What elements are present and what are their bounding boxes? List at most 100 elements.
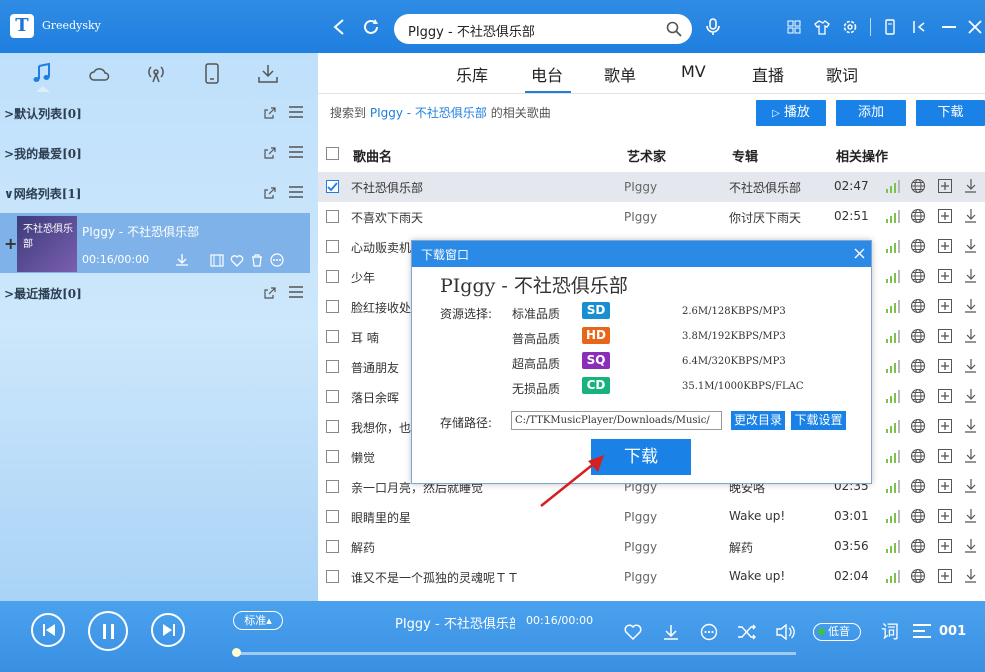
search-icon[interactable] (666, 21, 682, 37)
row-ops[interactable] (886, 568, 976, 586)
add-icon[interactable]: + (4, 234, 17, 253)
pause-button[interactable] (88, 611, 128, 651)
mic-icon[interactable] (704, 18, 722, 36)
row-checkbox[interactable] (326, 540, 339, 553)
row-checkbox[interactable] (326, 300, 339, 313)
shuffle-icon[interactable] (737, 624, 757, 640)
more-icon[interactable] (270, 253, 284, 267)
row-ops[interactable] (886, 238, 976, 256)
table-row[interactable]: 不喜欢下雨天 PIggy 你讨厌下雨天 02:51 (318, 202, 985, 232)
quality-badge[interactable]: SQ (582, 352, 610, 369)
back-icon[interactable] (332, 18, 346, 36)
row-checkbox[interactable] (326, 420, 339, 433)
search-input[interactable]: PIggy - 不社恐俱乐部 (394, 14, 692, 44)
quality-selector[interactable]: 标准▴ (233, 611, 283, 630)
song-album[interactable]: Wake up! (729, 509, 785, 523)
download-settings-button[interactable]: 下载设置 (791, 411, 846, 430)
download-path-field[interactable]: C:/TTKMusicPlayer/Downloads/Music/ (511, 411, 722, 430)
tab-radio[interactable]: 电台 (531, 62, 563, 86)
tab-live[interactable]: 直播 (752, 62, 784, 86)
quality-label[interactable]: 普高品质 (512, 330, 560, 347)
music-icon[interactable] (30, 61, 56, 87)
mv-icon[interactable] (210, 254, 224, 267)
low-quality-toggle[interactable]: 低音 (813, 623, 861, 641)
grid-icon[interactable] (787, 20, 801, 34)
progress-bar[interactable] (236, 652, 796, 655)
row-ops[interactable] (886, 388, 976, 406)
row-ops[interactable] (886, 478, 976, 496)
quality-label[interactable]: 无损品质 (512, 380, 560, 397)
row-checkbox[interactable] (326, 270, 339, 283)
tab-lyrics[interactable]: 歌词 (826, 62, 858, 86)
list-recent[interactable]: >最近播放[0] (0, 273, 318, 313)
lyrics-icon[interactable]: 词 (879, 620, 901, 642)
menu-icon[interactable] (289, 146, 303, 158)
minimize-icon[interactable] (942, 26, 956, 29)
download-button[interactable]: 下载 (916, 100, 985, 126)
heart-icon[interactable] (230, 254, 244, 267)
song-album[interactable]: 你讨厌下雨天 (729, 209, 801, 226)
song-album[interactable]: 不社恐俱乐部 (729, 179, 801, 196)
select-all-checkbox[interactable] (326, 147, 339, 160)
add-button[interactable]: 添加 (836, 100, 906, 126)
download-manager-icon[interactable] (255, 61, 281, 87)
row-ops[interactable] (886, 358, 976, 376)
table-row[interactable]: 解药 PIggy 解药 03:56 (318, 532, 985, 562)
song-album[interactable]: 解药 (729, 539, 753, 556)
tab-mv[interactable]: MV (681, 62, 706, 81)
row-ops[interactable] (886, 298, 976, 316)
share-icon[interactable] (263, 146, 277, 160)
close-icon[interactable] (968, 20, 982, 34)
delete-icon[interactable] (250, 254, 264, 267)
row-ops[interactable] (886, 208, 976, 226)
device-icon[interactable] (199, 61, 225, 87)
change-dir-button[interactable]: 更改目录 (731, 411, 785, 430)
download-icon[interactable] (175, 253, 189, 267)
row-checkbox[interactable] (326, 360, 339, 373)
row-ops[interactable] (886, 538, 976, 556)
row-checkbox[interactable] (326, 480, 339, 493)
row-checkbox[interactable] (326, 330, 339, 343)
row-checkbox[interactable] (326, 210, 339, 223)
more-icon[interactable] (700, 623, 718, 641)
playlist-count[interactable]: 001 (939, 624, 966, 639)
quality-badge[interactable]: HD (582, 327, 610, 344)
menu-icon[interactable] (289, 186, 303, 198)
row-ops[interactable] (886, 508, 976, 526)
row-ops[interactable] (886, 448, 976, 466)
menu-icon[interactable] (289, 286, 303, 298)
tab-playlists[interactable]: 歌单 (604, 62, 636, 86)
play-button[interactable]: ▷ 播放 (756, 100, 826, 126)
share-icon[interactable] (263, 186, 277, 200)
next-button[interactable] (151, 613, 185, 647)
quality-label[interactable]: 标准品质 (512, 305, 560, 322)
row-ops[interactable] (886, 418, 976, 436)
radio-icon[interactable] (143, 61, 169, 87)
row-checkbox[interactable] (326, 510, 339, 523)
quality-badge[interactable]: SD (582, 302, 610, 319)
collapse-icon[interactable] (912, 20, 928, 34)
settings-icon[interactable] (842, 19, 858, 35)
close-icon[interactable] (854, 248, 865, 259)
table-row[interactable]: 不社恐俱乐部 PIggy 不社恐俱乐部 02:47 (318, 172, 985, 202)
tab-library[interactable]: 乐库 (456, 62, 488, 86)
progress-handle[interactable] (232, 648, 241, 657)
song-album[interactable]: Wake up! (729, 569, 785, 583)
list-favorites[interactable]: >我的最爱[0] (0, 133, 318, 173)
mini-mode-icon[interactable] (884, 19, 896, 35)
list-default[interactable]: >默认列表[0] (0, 93, 318, 133)
refresh-icon[interactable] (362, 18, 380, 36)
row-ops[interactable] (886, 328, 976, 346)
heart-icon[interactable] (624, 624, 642, 640)
playlist-icon[interactable] (912, 623, 932, 639)
share-icon[interactable] (263, 106, 277, 120)
table-row[interactable]: 眼睛里的星 PIggy Wake up! 03:01 (318, 502, 985, 532)
quality-badge[interactable]: CD (582, 377, 610, 394)
share-icon[interactable] (263, 286, 277, 300)
menu-icon[interactable] (289, 106, 303, 118)
table-row[interactable]: 谁又不是一个孤独的灵魂呢ＴＴ PIggy Wake up! 02:04 (318, 562, 985, 592)
row-checkbox[interactable] (326, 450, 339, 463)
skin-icon[interactable] (814, 19, 830, 35)
row-checkbox[interactable] (326, 180, 339, 193)
row-checkbox[interactable] (326, 390, 339, 403)
